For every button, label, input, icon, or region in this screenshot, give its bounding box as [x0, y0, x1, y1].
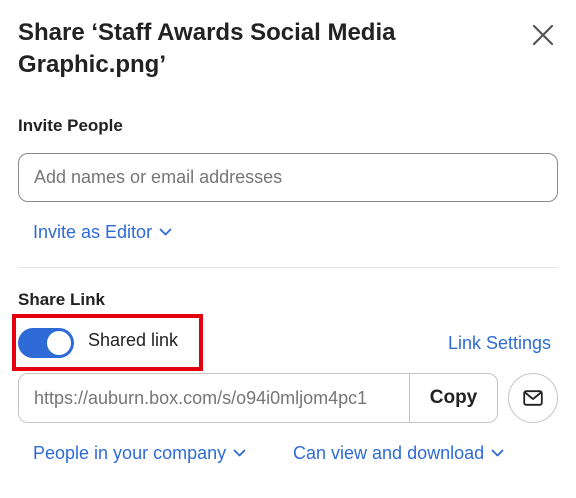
shared-url-group: Copy — [18, 373, 498, 423]
share-link-section-label: Share Link — [18, 290, 105, 309]
chevron-down-icon — [233, 449, 246, 457]
mail-icon — [523, 390, 543, 406]
access-scope-label: People in your company — [33, 443, 227, 463]
shared-link-toggle[interactable] — [18, 328, 74, 358]
toggle-knob — [47, 331, 71, 355]
link-settings-link[interactable]: Link Settings — [448, 333, 551, 354]
invite-section-label: Invite People — [18, 116, 123, 135]
close-icon — [532, 24, 554, 46]
shared-link-label: Shared link — [88, 330, 179, 350]
shared-url-field[interactable] — [19, 374, 409, 422]
close-button[interactable] — [526, 18, 560, 52]
email-link-button[interactable] — [508, 373, 558, 423]
permission-dropdown[interactable]: Can view and download — [293, 443, 504, 464]
section-divider — [18, 267, 558, 268]
access-scope-dropdown[interactable]: People in your company — [33, 443, 246, 464]
chevron-down-icon — [159, 228, 172, 236]
dialog-title: Share ‘Staff Awards Social Media Graphic… — [18, 19, 396, 78]
chevron-down-icon — [491, 449, 504, 457]
invite-input[interactable] — [18, 153, 558, 202]
share-dialog: Share ‘Staff Awards Social Media Graphic… — [0, 0, 576, 498]
invite-role-dropdown[interactable]: Invite as Editor — [33, 222, 172, 243]
copy-button[interactable]: Copy — [409, 374, 497, 422]
invite-role-label: Invite as Editor — [33, 222, 153, 242]
permission-label: Can view and download — [293, 443, 485, 463]
